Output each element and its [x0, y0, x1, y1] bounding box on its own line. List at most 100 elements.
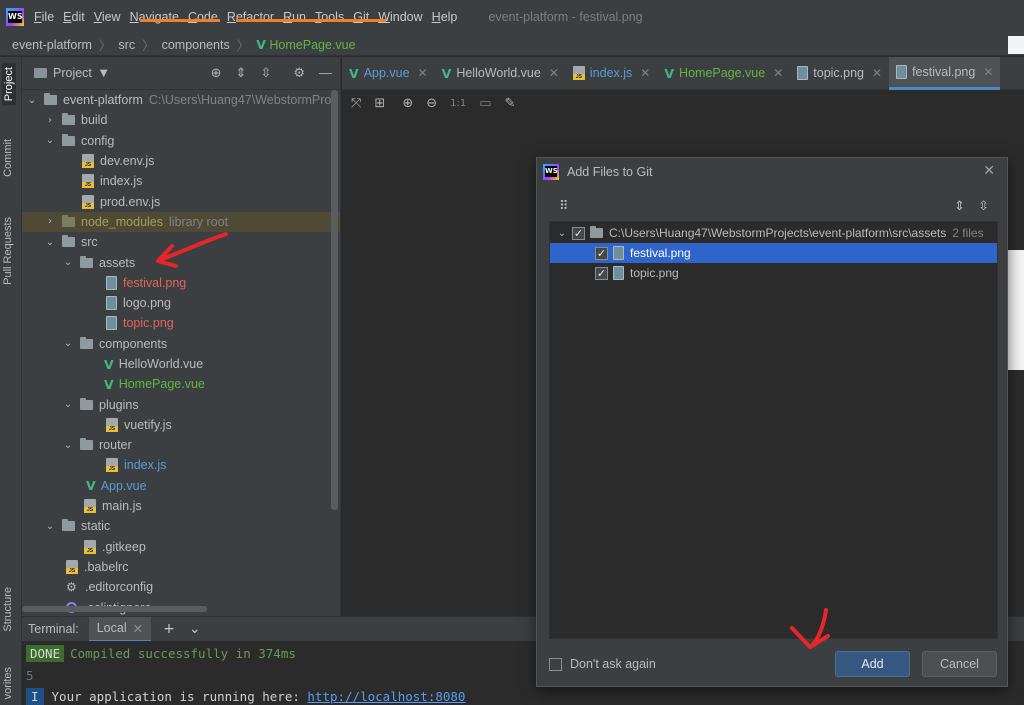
tree-row-file[interactable]: main.js: [22, 496, 340, 516]
chevron-right-icon[interactable]: ›: [44, 216, 56, 227]
tree-row-node-modules[interactable]: › node_modules library root: [22, 211, 340, 233]
tab-index-js[interactable]: index.js ✕: [566, 57, 657, 90]
close-icon[interactable]: ✕: [640, 66, 650, 80]
tree-row-file[interactable]: topic.png: [22, 313, 340, 333]
vue-icon: V: [256, 37, 266, 52]
stripe-tab-favorites[interactable]: vorites: [2, 667, 14, 699]
zoom-out-icon[interactable]: ⊖: [426, 96, 437, 111]
chevron-down-icon[interactable]: ⌄: [44, 135, 56, 146]
zoom-in-icon[interactable]: ⊕: [402, 96, 413, 111]
menu-view[interactable]: View: [94, 10, 121, 24]
chevron-down-icon[interactable]: ⌄: [26, 95, 38, 106]
close-icon[interactable]: ✕: [872, 66, 882, 80]
color-picker-icon[interactable]: ✎: [505, 96, 516, 111]
file-checkbox[interactable]: ✓: [595, 246, 608, 260]
chevron-down-icon[interactable]: ⌄: [62, 338, 74, 349]
close-icon[interactable]: ✕: [133, 621, 143, 636]
tree-row-file[interactable]: logo.png: [22, 293, 340, 313]
cancel-button[interactable]: Cancel: [922, 651, 997, 677]
close-icon[interactable]: ✕: [773, 66, 783, 80]
chevron-down-icon[interactable]: ⌄: [556, 228, 568, 239]
menu-help[interactable]: Help: [432, 10, 458, 24]
tree-row-file[interactable]: V App.vue: [22, 476, 340, 496]
file-checkbox[interactable]: ✓: [595, 266, 608, 280]
close-icon[interactable]: ✕: [983, 163, 995, 179]
chevron-down-icon[interactable]: ⌄: [44, 521, 56, 532]
folder-checkbox[interactable]: ✓: [572, 226, 585, 240]
tree-row-file[interactable]: festival.png: [22, 273, 340, 293]
actual-size-button[interactable]: 1:1: [450, 98, 466, 109]
close-icon[interactable]: ✕: [418, 66, 428, 80]
grid-icon[interactable]: ⊞: [374, 96, 385, 111]
chevron-down-icon[interactable]: ⌄: [62, 440, 74, 451]
stripe-tab-project[interactable]: Project: [2, 63, 16, 106]
chevron-down-icon[interactable]: ⌄: [62, 257, 74, 268]
tab-festival-png[interactable]: festival.png ✕: [889, 56, 1001, 90]
stripe-tab-commit[interactable]: Commit: [2, 139, 14, 177]
breadcrumb-item[interactable]: event-platform: [12, 38, 92, 52]
background-icon[interactable]: ▭: [479, 96, 491, 111]
tree-row-file[interactable]: V HelloWorld.vue: [22, 354, 340, 374]
localhost-link[interactable]: http://localhost:8080: [307, 689, 465, 704]
chevron-down-icon[interactable]: ⌄: [62, 399, 74, 410]
dont-ask-label[interactable]: Don't ask again: [570, 657, 656, 671]
tree-row-components[interactable]: ⌄ components: [22, 334, 340, 354]
tree-row-file[interactable]: prod.env.js: [22, 191, 340, 211]
tree-row-file[interactable]: index.js: [22, 455, 340, 475]
tree-row-file[interactable]: .gitkeep: [22, 537, 340, 557]
tree-row-root[interactable]: ⌄ event-platform C:\Users\Huang47\Webstorm…: [22, 90, 340, 110]
gear-icon[interactable]: ⚙: [293, 65, 305, 81]
menu-file[interactable]: File: [34, 10, 54, 24]
chevron-down-icon[interactable]: ▼: [100, 68, 108, 79]
horizontal-scrollbar[interactable]: [22, 606, 207, 612]
folder-row[interactable]: ⌄ ✓ C:\Users\Huang47\WebstormProjects\ev…: [550, 223, 997, 243]
tree-label: vuetify.js: [124, 417, 172, 432]
breadcrumb-item[interactable]: components: [162, 38, 230, 52]
tree-row-file[interactable]: .babelrc: [22, 557, 340, 577]
file-row[interactable]: ✓ festival.png: [550, 243, 997, 263]
tree-row-router[interactable]: ⌄ router: [22, 435, 340, 455]
file-count: 2 files: [952, 226, 984, 240]
collapse-all-icon[interactable]: ⇳: [978, 199, 989, 214]
locate-file-icon[interactable]: ⊕: [211, 65, 222, 81]
tree-row-file[interactable]: ⚙ .editorconfig: [22, 577, 340, 597]
dont-ask-checkbox[interactable]: [549, 657, 562, 671]
tree-label: assets: [99, 255, 136, 270]
close-icon[interactable]: ✕: [549, 66, 559, 80]
minimize-icon[interactable]: —: [319, 65, 332, 81]
tree-row-file[interactable]: vuetify.js: [22, 415, 340, 435]
tree-row-static[interactable]: ⌄ static: [22, 516, 340, 536]
stripe-tab-pull-requests[interactable]: Pull Requests: [2, 217, 14, 285]
plus-icon[interactable]: +: [163, 621, 175, 637]
tree-row-file[interactable]: V HomePage.vue: [22, 374, 340, 394]
tree-row-file[interactable]: dev.env.js: [22, 151, 340, 171]
chevron-right-icon[interactable]: ›: [44, 115, 56, 126]
tree-row-build[interactable]: › build: [22, 110, 340, 130]
tree-row-plugins[interactable]: ⌄ plugins: [22, 394, 340, 414]
tab-topic-png[interactable]: topic.png ✕: [790, 57, 889, 90]
expand-all-icon[interactable]: ⇕: [236, 65, 247, 81]
stripe-tab-structure[interactable]: Structure: [2, 587, 14, 632]
tab-helloworld-vue[interactable]: V HelloWorld.vue ✕: [435, 57, 566, 90]
group-by-icon[interactable]: ⠿: [559, 199, 569, 214]
tab-app-vue[interactable]: V App.vue ✕: [342, 57, 435, 90]
breadcrumb-current-file[interactable]: HomePage.vue: [269, 38, 355, 52]
close-icon[interactable]: ✕: [983, 65, 993, 79]
tree-row-file[interactable]: index.js: [22, 171, 340, 191]
fit-to-screen-icon[interactable]: ⤧: [351, 96, 361, 111]
project-view-selector[interactable]: Project: [53, 66, 92, 80]
file-row[interactable]: ✓ topic.png: [550, 263, 997, 283]
tree-row-config[interactable]: ⌄ config: [22, 131, 340, 151]
tree-row-assets[interactable]: ⌄ assets: [22, 252, 340, 272]
menu-edit[interactable]: Edit: [63, 10, 85, 24]
add-button[interactable]: Add: [835, 651, 910, 677]
collapse-all-icon[interactable]: ⇳: [260, 65, 271, 81]
chevron-down-icon[interactable]: ⌄: [189, 621, 201, 637]
tree-row-src[interactable]: ⌄ src: [22, 232, 340, 252]
terminal-tab-local[interactable]: Local ✕: [88, 616, 152, 642]
chevron-down-icon[interactable]: ⌄: [44, 237, 56, 248]
vertical-scrollbar[interactable]: [331, 90, 338, 510]
expand-all-icon[interactable]: ⇕: [954, 199, 965, 214]
breadcrumb-item[interactable]: src: [118, 38, 135, 52]
tab-homepage-vue[interactable]: V HomePage.vue ✕: [657, 57, 790, 90]
